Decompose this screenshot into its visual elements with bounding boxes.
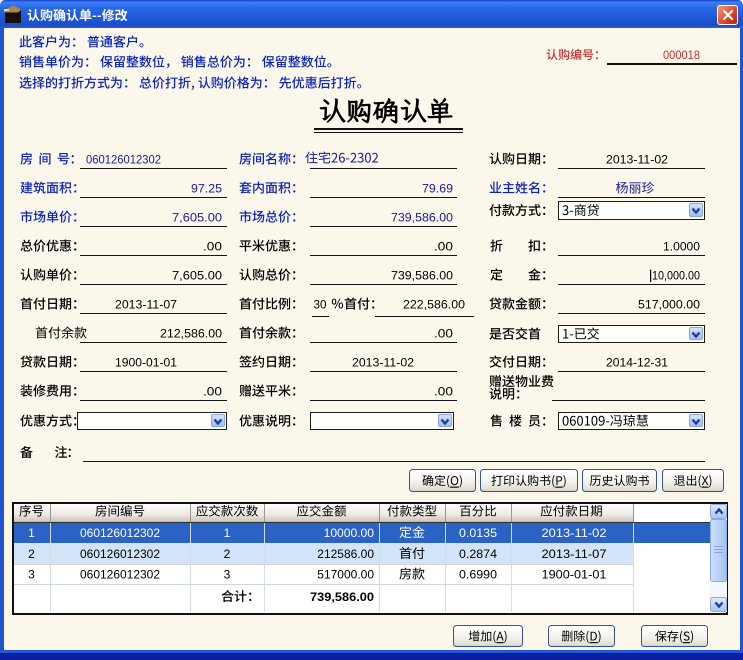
svg-text:7,605.00: 7,605.00 [172,269,222,283]
svg-text:10,000.00: 10,000.00 [652,269,700,283]
svg-text:1900-01-01: 1900-01-01 [115,356,177,370]
svg-text:.00: .00 [434,240,453,254]
svg-text:79.69: 79.69 [422,182,453,196]
svg-text:222,586.00: 222,586.00 [403,298,465,312]
svg-text:517,000.00: 517,000.00 [638,298,700,312]
svg-text:000018: 000018 [663,48,700,62]
svg-text:739,586.00: 739,586.00 [391,269,453,283]
svg-text:212,586.00: 212,586.00 [160,327,222,341]
svg-text:.00: .00 [203,385,222,399]
svg-text:7,605.00: 7,605.00 [172,211,222,225]
svg-text:30: 30 [314,298,327,312]
svg-text:2013-11-02: 2013-11-02 [606,153,668,167]
svg-text:.00: .00 [434,385,453,399]
svg-text:.00: .00 [203,240,222,254]
svg-text:2013-11-07: 2013-11-07 [115,298,177,312]
svg-text:2014-12-31: 2014-12-31 [606,356,668,370]
svg-text:060126012302: 060126012302 [86,153,161,167]
svg-text:2013-11-02: 2013-11-02 [352,356,414,370]
svg-text:97.25: 97.25 [191,182,222,196]
svg-text:739,586.00: 739,586.00 [391,211,453,225]
svg-text:1.0000: 1.0000 [663,240,700,254]
svg-text:.00: .00 [434,327,453,341]
